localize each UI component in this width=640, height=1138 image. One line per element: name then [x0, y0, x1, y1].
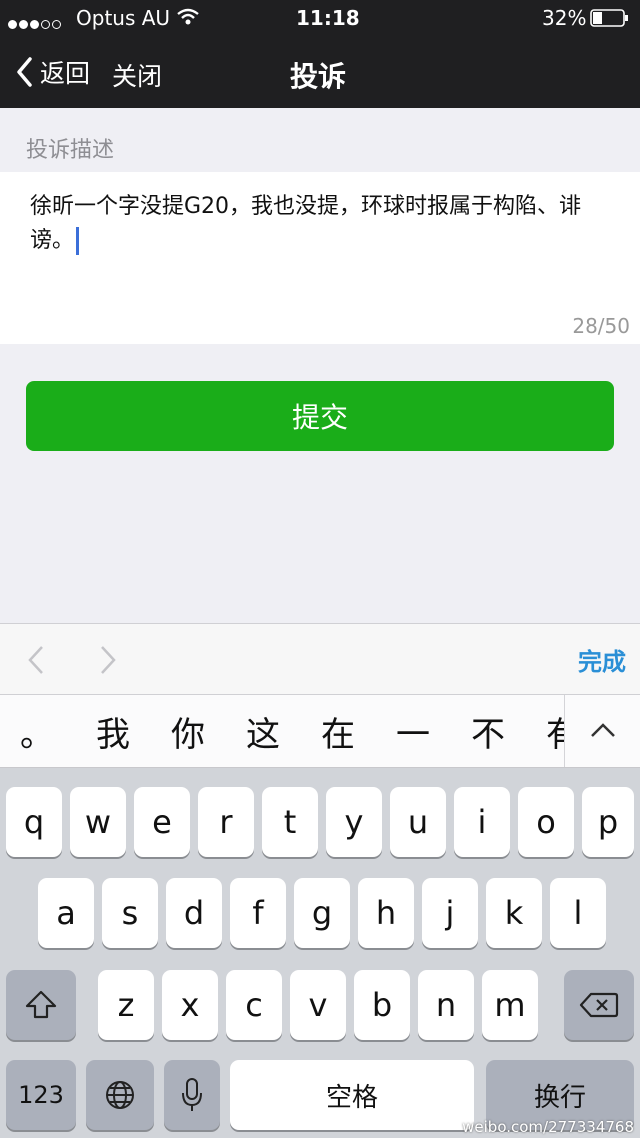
keyboard-accessory-bar: 完成: [0, 623, 640, 695]
carrier-name: Optus AU: [76, 6, 171, 30]
delete-icon: [579, 992, 619, 1018]
key-j[interactable]: j: [422, 878, 478, 948]
key-a[interactable]: a: [38, 878, 94, 948]
shift-icon: [25, 990, 57, 1019]
back-label: 返回: [40, 59, 91, 88]
key-w[interactable]: w: [70, 787, 126, 857]
space-key[interactable]: 空格: [230, 1060, 474, 1130]
back-chevron-icon: [17, 57, 32, 87]
key-y[interactable]: y: [326, 787, 382, 857]
key-p[interactable]: p: [582, 787, 634, 857]
complaint-text-value: 徐昕一个字没提G20，我也没提，环球时报属于构陷、诽谤。: [30, 194, 582, 253]
collapse-chevron-icon: [591, 723, 615, 737]
key-u[interactable]: u: [390, 787, 446, 857]
submit-label: 提交: [291, 402, 348, 433]
key-e[interactable]: e: [134, 787, 190, 857]
dictation-key[interactable]: [164, 1060, 220, 1130]
close-button[interactable]: 关闭: [112, 57, 162, 93]
expand-candidates-button[interactable]: [564, 695, 640, 767]
keyboard: q w e r t y u i o p a s d f g h j k l z …: [0, 768, 640, 1138]
back-button[interactable]: 返回: [14, 52, 90, 92]
key-v[interactable]: v: [290, 970, 346, 1040]
navigation-bar: 返回 关闭 投诉: [0, 36, 640, 108]
watermark-text: weibo.com/277334768: [462, 1118, 634, 1136]
globe-icon: [106, 1081, 134, 1109]
candidate-item[interactable]: 不: [471, 707, 505, 756]
key-b[interactable]: b: [354, 970, 410, 1040]
candidate-bar: 。 我 你 这 在 一 不 有: [0, 695, 640, 768]
candidate-item[interactable]: 这: [246, 707, 280, 756]
candidate-item[interactable]: 。: [20, 707, 54, 756]
candidate-item[interactable]: 在: [321, 707, 355, 756]
key-i[interactable]: i: [454, 787, 510, 857]
section-label: 投诉描述: [26, 138, 115, 163]
shift-key[interactable]: [6, 970, 76, 1040]
key-m[interactable]: m: [482, 970, 538, 1040]
top-bar: Optus AU 11:18 32% 返回 关闭 投诉: [0, 0, 640, 108]
key-q[interactable]: q: [6, 787, 62, 857]
status-bar: Optus AU 11:18 32%: [0, 0, 640, 36]
next-arrow-icon[interactable]: [96, 644, 120, 676]
status-time: 11:18: [296, 6, 360, 30]
key-c[interactable]: c: [226, 970, 282, 1040]
wifi-icon: [177, 8, 199, 25]
submit-button[interactable]: 提交: [26, 381, 614, 451]
candidate-item[interactable]: 一: [396, 707, 430, 756]
candidate-item[interactable]: 你: [171, 707, 205, 756]
delete-key[interactable]: [564, 970, 634, 1040]
key-g[interactable]: g: [294, 878, 350, 948]
key-n[interactable]: n: [418, 970, 474, 1040]
battery-icon: [590, 9, 628, 27]
key-x[interactable]: x: [162, 970, 218, 1040]
key-r[interactable]: r: [198, 787, 254, 857]
character-counter: 28/50: [572, 314, 630, 338]
text-caret: [76, 227, 80, 255]
page-title: 投诉: [290, 60, 347, 93]
battery-percent: 32%: [542, 6, 587, 30]
key-z[interactable]: z: [98, 970, 154, 1040]
key-t[interactable]: t: [262, 787, 318, 857]
key-f[interactable]: f: [230, 878, 286, 948]
prev-arrow-icon[interactable]: [24, 644, 48, 676]
key-s[interactable]: s: [102, 878, 158, 948]
candidate-item[interactable]: 我: [96, 707, 130, 756]
key-h[interactable]: h: [358, 878, 414, 948]
microphone-icon: [182, 1078, 202, 1111]
key-o[interactable]: o: [518, 787, 574, 857]
done-button[interactable]: 完成: [578, 642, 626, 677]
key-k[interactable]: k: [486, 878, 542, 948]
complaint-text[interactable]: 徐昕一个字没提G20，我也没提，环球时报属于构陷、诽谤。: [30, 190, 590, 258]
numbers-key[interactable]: 123: [6, 1060, 76, 1130]
key-d[interactable]: d: [166, 878, 222, 948]
key-l[interactable]: l: [550, 878, 606, 948]
globe-key[interactable]: [86, 1060, 154, 1130]
signal-dots-icon: [8, 10, 63, 34]
